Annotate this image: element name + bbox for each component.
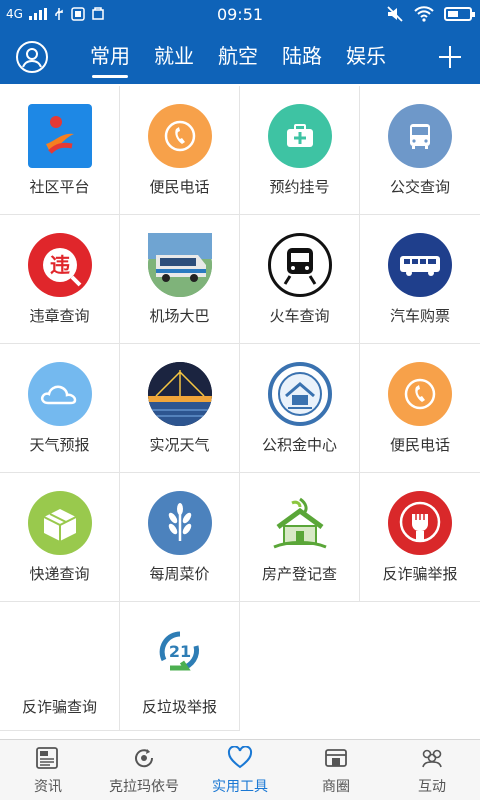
- tool-coach-ticket[interactable]: 汽车购票: [360, 215, 480, 344]
- tab-road[interactable]: 陆路: [270, 30, 334, 84]
- tool-express-query[interactable]: 快递查询: [0, 473, 120, 602]
- category-tabs: 常用 就业 航空 陆路 娱乐: [78, 30, 398, 84]
- tool-label: 公交查询: [389, 178, 450, 196]
- tool-label: 反诈骗举报: [382, 565, 458, 583]
- bus-icon: [388, 104, 452, 168]
- tab-common[interactable]: 常用: [78, 30, 142, 84]
- coach-icon: [388, 233, 452, 297]
- cloud-icon: [28, 362, 92, 426]
- wheat-icon: [148, 491, 212, 555]
- tool-anti-fraud-query[interactable]: 反诈骗查询: [0, 602, 120, 731]
- tool-label: 反垃圾举报: [141, 698, 217, 716]
- tool-label: 公积金中心: [261, 436, 337, 454]
- tool-violation-query[interactable]: 违 违章查询: [0, 215, 120, 344]
- tool-community-platform[interactable]: 社区平台: [0, 86, 120, 215]
- fist-icon: [388, 491, 452, 555]
- phone-icon: [148, 104, 212, 168]
- tool-train-query[interactable]: 火车查询: [240, 215, 360, 344]
- tool-label: 反诈骗查询: [21, 698, 97, 716]
- green-house-icon: [268, 491, 332, 555]
- tab-employment[interactable]: 就业: [142, 30, 206, 84]
- mute-icon: [387, 6, 403, 22]
- bottom-nav-karamay[interactable]: 克拉玛依号: [96, 740, 192, 800]
- bottom-nav-interaction[interactable]: 互动: [384, 740, 480, 800]
- tool-label: 快递查询: [29, 565, 90, 583]
- tool-public-phone-2[interactable]: 便民电话: [360, 344, 480, 473]
- tool-label: 每周菜价: [149, 565, 210, 583]
- status-bar: 4G 09:51: [0, 0, 480, 30]
- tool-hospital-booking[interactable]: 预约挂号: [240, 86, 360, 215]
- bottom-nav: 资讯 克拉玛依号 实用工具 商圈 互动: [0, 739, 480, 800]
- tool-public-phone[interactable]: 便民电话: [120, 86, 240, 215]
- bottom-nav-label: 资讯: [34, 779, 62, 795]
- medkit-icon: [268, 104, 332, 168]
- bottom-nav-label: 互动: [418, 779, 446, 795]
- tool-label: 便民电话: [389, 436, 450, 454]
- bottom-nav-business[interactable]: 商圈: [288, 740, 384, 800]
- tool-weather-forecast[interactable]: 天气预报: [0, 344, 120, 473]
- bottom-nav-label: 实用工具: [212, 779, 268, 795]
- battery-icon: [444, 7, 475, 21]
- plus-icon: [439, 46, 461, 68]
- tool-label: 天气预报: [29, 436, 90, 454]
- tool-anti-spam-report[interactable]: 21 反垃圾举报: [120, 602, 240, 731]
- user-icon: [22, 48, 42, 68]
- top-nav: 常用 就业 航空 陆路 娱乐: [0, 30, 480, 84]
- housing-fund-logo-icon: [268, 362, 332, 426]
- svg-text:21: 21: [169, 642, 191, 661]
- news-icon: [36, 747, 58, 769]
- tool-bus-query[interactable]: 公交查询: [360, 86, 480, 215]
- package-icon: [28, 491, 92, 555]
- user-avatar-button[interactable]: [16, 41, 48, 73]
- tool-label: 实况天气: [149, 436, 210, 454]
- bottom-nav-tools[interactable]: 实用工具: [192, 740, 288, 800]
- tool-label: 社区平台: [29, 178, 90, 196]
- tool-label: 机场大巴: [149, 307, 210, 325]
- night-bridge-photo-icon: [148, 362, 212, 426]
- wifi-icon: [414, 6, 434, 22]
- tool-label: 火车查询: [269, 307, 330, 325]
- tool-label: 预约挂号: [269, 178, 330, 196]
- community-logo-icon: [28, 104, 92, 168]
- tab-entertainment[interactable]: 娱乐: [334, 30, 398, 84]
- storefront-icon: [325, 749, 347, 767]
- svg-text:违: 违: [50, 253, 70, 277]
- people-icon: [422, 749, 442, 768]
- tool-property-registration[interactable]: 房产登记查: [240, 473, 360, 602]
- bottom-nav-news[interactable]: 资讯: [0, 740, 96, 800]
- train-icon: [268, 233, 332, 297]
- tool-live-weather[interactable]: 实况天气: [120, 344, 240, 473]
- tool-housing-fund[interactable]: 公积金中心: [240, 344, 360, 473]
- recycle-21-icon: 21: [148, 620, 212, 684]
- tool-label: 违章查询: [29, 307, 90, 325]
- tab-aviation[interactable]: 航空: [206, 30, 270, 84]
- bottom-nav-label: 商圈: [322, 779, 350, 795]
- tool-label: 便民电话: [149, 178, 210, 196]
- refresh-circle-icon: [135, 749, 154, 768]
- status-right: [386, 6, 475, 22]
- add-tab-button[interactable]: [434, 41, 466, 73]
- violation-icon: 违: [28, 233, 92, 297]
- heart-icon: [227, 746, 253, 769]
- airport-bus-photo-icon: [148, 233, 212, 297]
- tool-anti-fraud-report[interactable]: 反诈骗举报: [360, 473, 480, 602]
- tool-label: 汽车购票: [389, 307, 450, 325]
- tool-weekly-vegetable-price[interactable]: 每周菜价: [120, 473, 240, 602]
- phone-icon: [388, 362, 452, 426]
- tool-airport-bus[interactable]: 机场大巴: [120, 215, 240, 344]
- bottom-nav-label: 克拉玛依号: [109, 779, 179, 795]
- tool-label: 房产登记查: [261, 565, 337, 583]
